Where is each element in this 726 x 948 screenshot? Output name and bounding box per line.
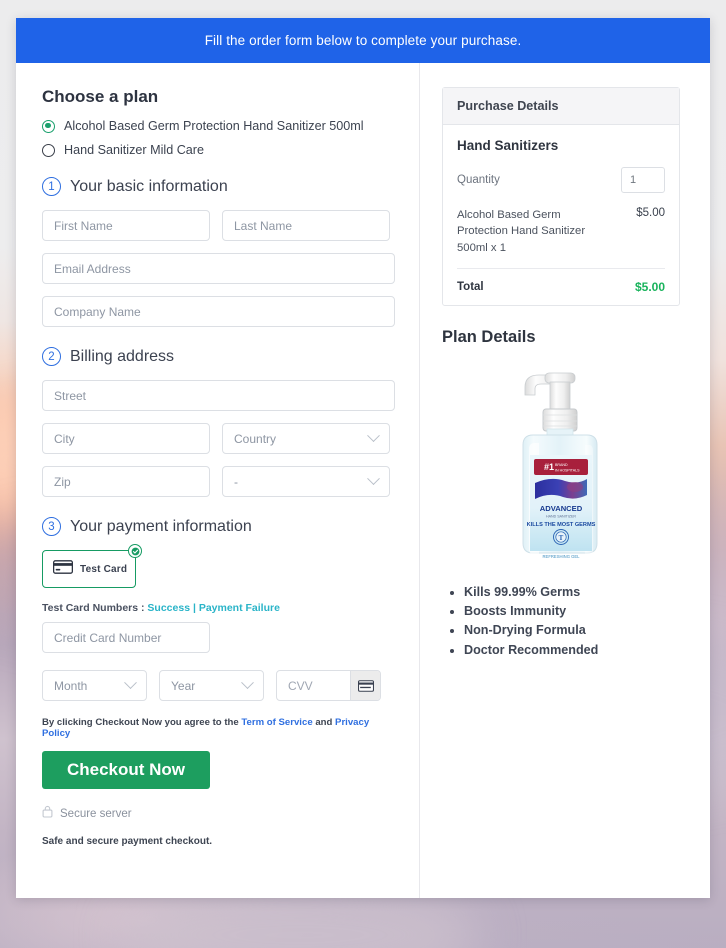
svg-text:ADVANCED: ADVANCED xyxy=(540,504,583,513)
svg-text:T: T xyxy=(559,534,564,542)
total-row: Total $5.00 xyxy=(457,280,665,294)
plan-details-title: Plan Details xyxy=(442,328,536,347)
purchase-details-panel: Purchase Details Hand Sanitizers Quantit… xyxy=(442,87,680,307)
svg-text:KILLS THE MOST GERMS: KILLS THE MOST GERMS xyxy=(527,522,596,528)
street-input[interactable]: Street xyxy=(42,380,395,411)
product-image: #1 BRAND IN HOSPITALS ADVANCED HAND SANI… xyxy=(442,357,680,583)
list-item: Kills 99.99% Germs xyxy=(464,583,680,602)
email-input[interactable]: Email Address xyxy=(42,253,395,284)
svg-text:HAND SANITIZER: HAND SANITIZER xyxy=(546,515,576,519)
step-2-header: 2 Billing address xyxy=(42,347,395,366)
test-card-failure-link[interactable]: Payment Failure xyxy=(199,602,280,614)
terms-of-service-link[interactable]: Term of Service xyxy=(241,717,312,728)
test-card-success-link[interactable]: Success xyxy=(147,602,190,614)
svg-text:REFRESHING GEL: REFRESHING GEL xyxy=(543,554,581,559)
quantity-row: Quantity 1 xyxy=(457,167,665,193)
plan-option-label: Hand Sanitizer Mild Care xyxy=(64,143,204,157)
credit-card-number-input[interactable]: Credit Card Number xyxy=(42,622,210,653)
test-card-label: Test Card xyxy=(80,563,128,575)
choose-plan-heading: Choose a plan xyxy=(42,87,159,106)
chevron-down-icon xyxy=(241,676,254,690)
svg-text:BRAND: BRAND xyxy=(555,463,568,467)
sanitizer-bottle-illustration: #1 BRAND IN HOSPITALS ADVANCED HAND SANI… xyxy=(522,372,598,559)
total-label: Total xyxy=(457,281,484,294)
expiry-month-value: Month xyxy=(54,678,88,693)
plan-option-alcohol-based[interactable]: Alcohol Based Germ Protection Hand Sanit… xyxy=(42,119,395,133)
name-field-row: First Name Last Name xyxy=(42,210,395,241)
chevron-down-icon xyxy=(124,676,137,690)
purchase-details-body: Hand Sanitizers Quantity 1 Alcohol Based… xyxy=(443,125,679,305)
chevron-down-icon xyxy=(367,472,380,486)
quantity-input[interactable]: 1 xyxy=(621,167,665,193)
chevron-down-icon xyxy=(367,429,380,443)
credit-card-icon xyxy=(52,559,74,579)
step-number-badge: 2 xyxy=(42,347,61,366)
test-card-numbers-line: Test Card Numbers : Success | Payment Fa… xyxy=(42,602,395,614)
radio-selected-icon[interactable] xyxy=(42,119,55,133)
quantity-label: Quantity xyxy=(457,174,500,186)
step-number-badge: 3 xyxy=(42,517,61,536)
expiry-cvv-row: Month Year CVV xyxy=(42,670,395,701)
city-input[interactable]: City xyxy=(42,423,210,454)
terms-middle: and xyxy=(312,717,336,728)
product-group-name: Hand Sanitizers xyxy=(457,138,559,153)
country-select[interactable]: Country xyxy=(222,423,390,454)
cvv-card-icon xyxy=(350,671,380,700)
country-select-value: Country xyxy=(234,431,277,446)
svg-text:IN HOSPITALS: IN HOSPITALS xyxy=(555,469,580,473)
lock-icon xyxy=(42,805,53,823)
summary-column: Purchase Details Hand Sanitizers Quantit… xyxy=(420,63,710,898)
expiry-year-value: Year xyxy=(171,678,196,693)
step-title: Your payment information xyxy=(70,517,252,535)
zip-input[interactable]: Zip xyxy=(42,466,210,497)
check-circle-icon xyxy=(128,544,142,558)
first-name-input[interactable]: First Name xyxy=(42,210,210,241)
link-separator: | xyxy=(190,602,199,614)
total-value: $5.00 xyxy=(634,280,665,295)
card-columns: Choose a plan Alcohol Based Germ Protect… xyxy=(16,63,710,898)
step-3-header: 3 Your payment information xyxy=(42,517,395,536)
plan-option-mild-care[interactable]: Hand Sanitizer Mild Care xyxy=(42,143,395,157)
list-item: Doctor Recommended xyxy=(464,641,680,660)
last-name-input[interactable]: Last Name xyxy=(222,210,390,241)
checkout-card: Fill the order form below to complete yo… xyxy=(16,18,710,898)
street-field-row: Street xyxy=(42,380,395,411)
radio-unselected-icon[interactable] xyxy=(42,143,55,157)
line-item-row: Alcohol Based Germ Protection Hand Sanit… xyxy=(457,207,665,270)
test-card-numbers-prefix: Test Card Numbers : xyxy=(42,602,148,614)
banner-text: Fill the order form below to complete yo… xyxy=(204,33,522,48)
company-field-row: Company Name xyxy=(42,296,395,327)
expiry-month-select[interactable]: Month xyxy=(42,670,147,701)
safe-checkout-note: Safe and secure payment checkout. xyxy=(42,836,213,847)
expiry-year-select[interactable]: Year xyxy=(159,670,264,701)
email-field-row: Email Address xyxy=(42,253,395,284)
terms-agreement-text: By clicking Checkout Now you agree to th… xyxy=(42,717,395,739)
state-select[interactable]: - xyxy=(222,466,390,497)
terms-prefix: By clicking Checkout Now you agree to th… xyxy=(42,717,242,728)
test-card-method-tile[interactable]: Test Card xyxy=(42,544,142,588)
secure-server-row: Secure server xyxy=(42,805,395,823)
cvv-input[interactable]: CVV xyxy=(277,679,350,693)
order-form-column: Choose a plan Alcohol Based Germ Protect… xyxy=(16,63,420,898)
plan-option-label: Alcohol Based Germ Protection Hand Sanit… xyxy=(64,119,364,133)
svg-text:#1: #1 xyxy=(544,462,554,472)
line-item-description: Alcohol Based Germ Protection Hand Sanit… xyxy=(457,209,586,254)
zip-state-row: Zip - xyxy=(42,466,395,497)
step-1-header: 1 Your basic information xyxy=(42,177,395,196)
line-item-price: $5.00 xyxy=(636,207,665,219)
step-title: Billing address xyxy=(70,347,175,365)
plan-benefit-list: Kills 99.99% Germs Boosts Immunity Non-D… xyxy=(442,583,680,660)
step-number-badge: 1 xyxy=(42,177,61,196)
cvv-field[interactable]: CVV xyxy=(276,670,381,701)
checkout-now-button[interactable]: Checkout Now xyxy=(42,751,210,789)
list-item: Non-Drying Formula xyxy=(464,621,680,640)
city-country-row: City Country xyxy=(42,423,395,454)
list-item: Boosts Immunity xyxy=(464,602,680,621)
top-banner: Fill the order form below to complete yo… xyxy=(16,18,710,63)
secure-server-label: Secure server xyxy=(60,808,132,820)
state-select-value: - xyxy=(234,474,238,489)
step-title: Your basic information xyxy=(70,177,228,195)
company-input[interactable]: Company Name xyxy=(42,296,395,327)
purchase-details-title: Purchase Details xyxy=(443,88,679,125)
